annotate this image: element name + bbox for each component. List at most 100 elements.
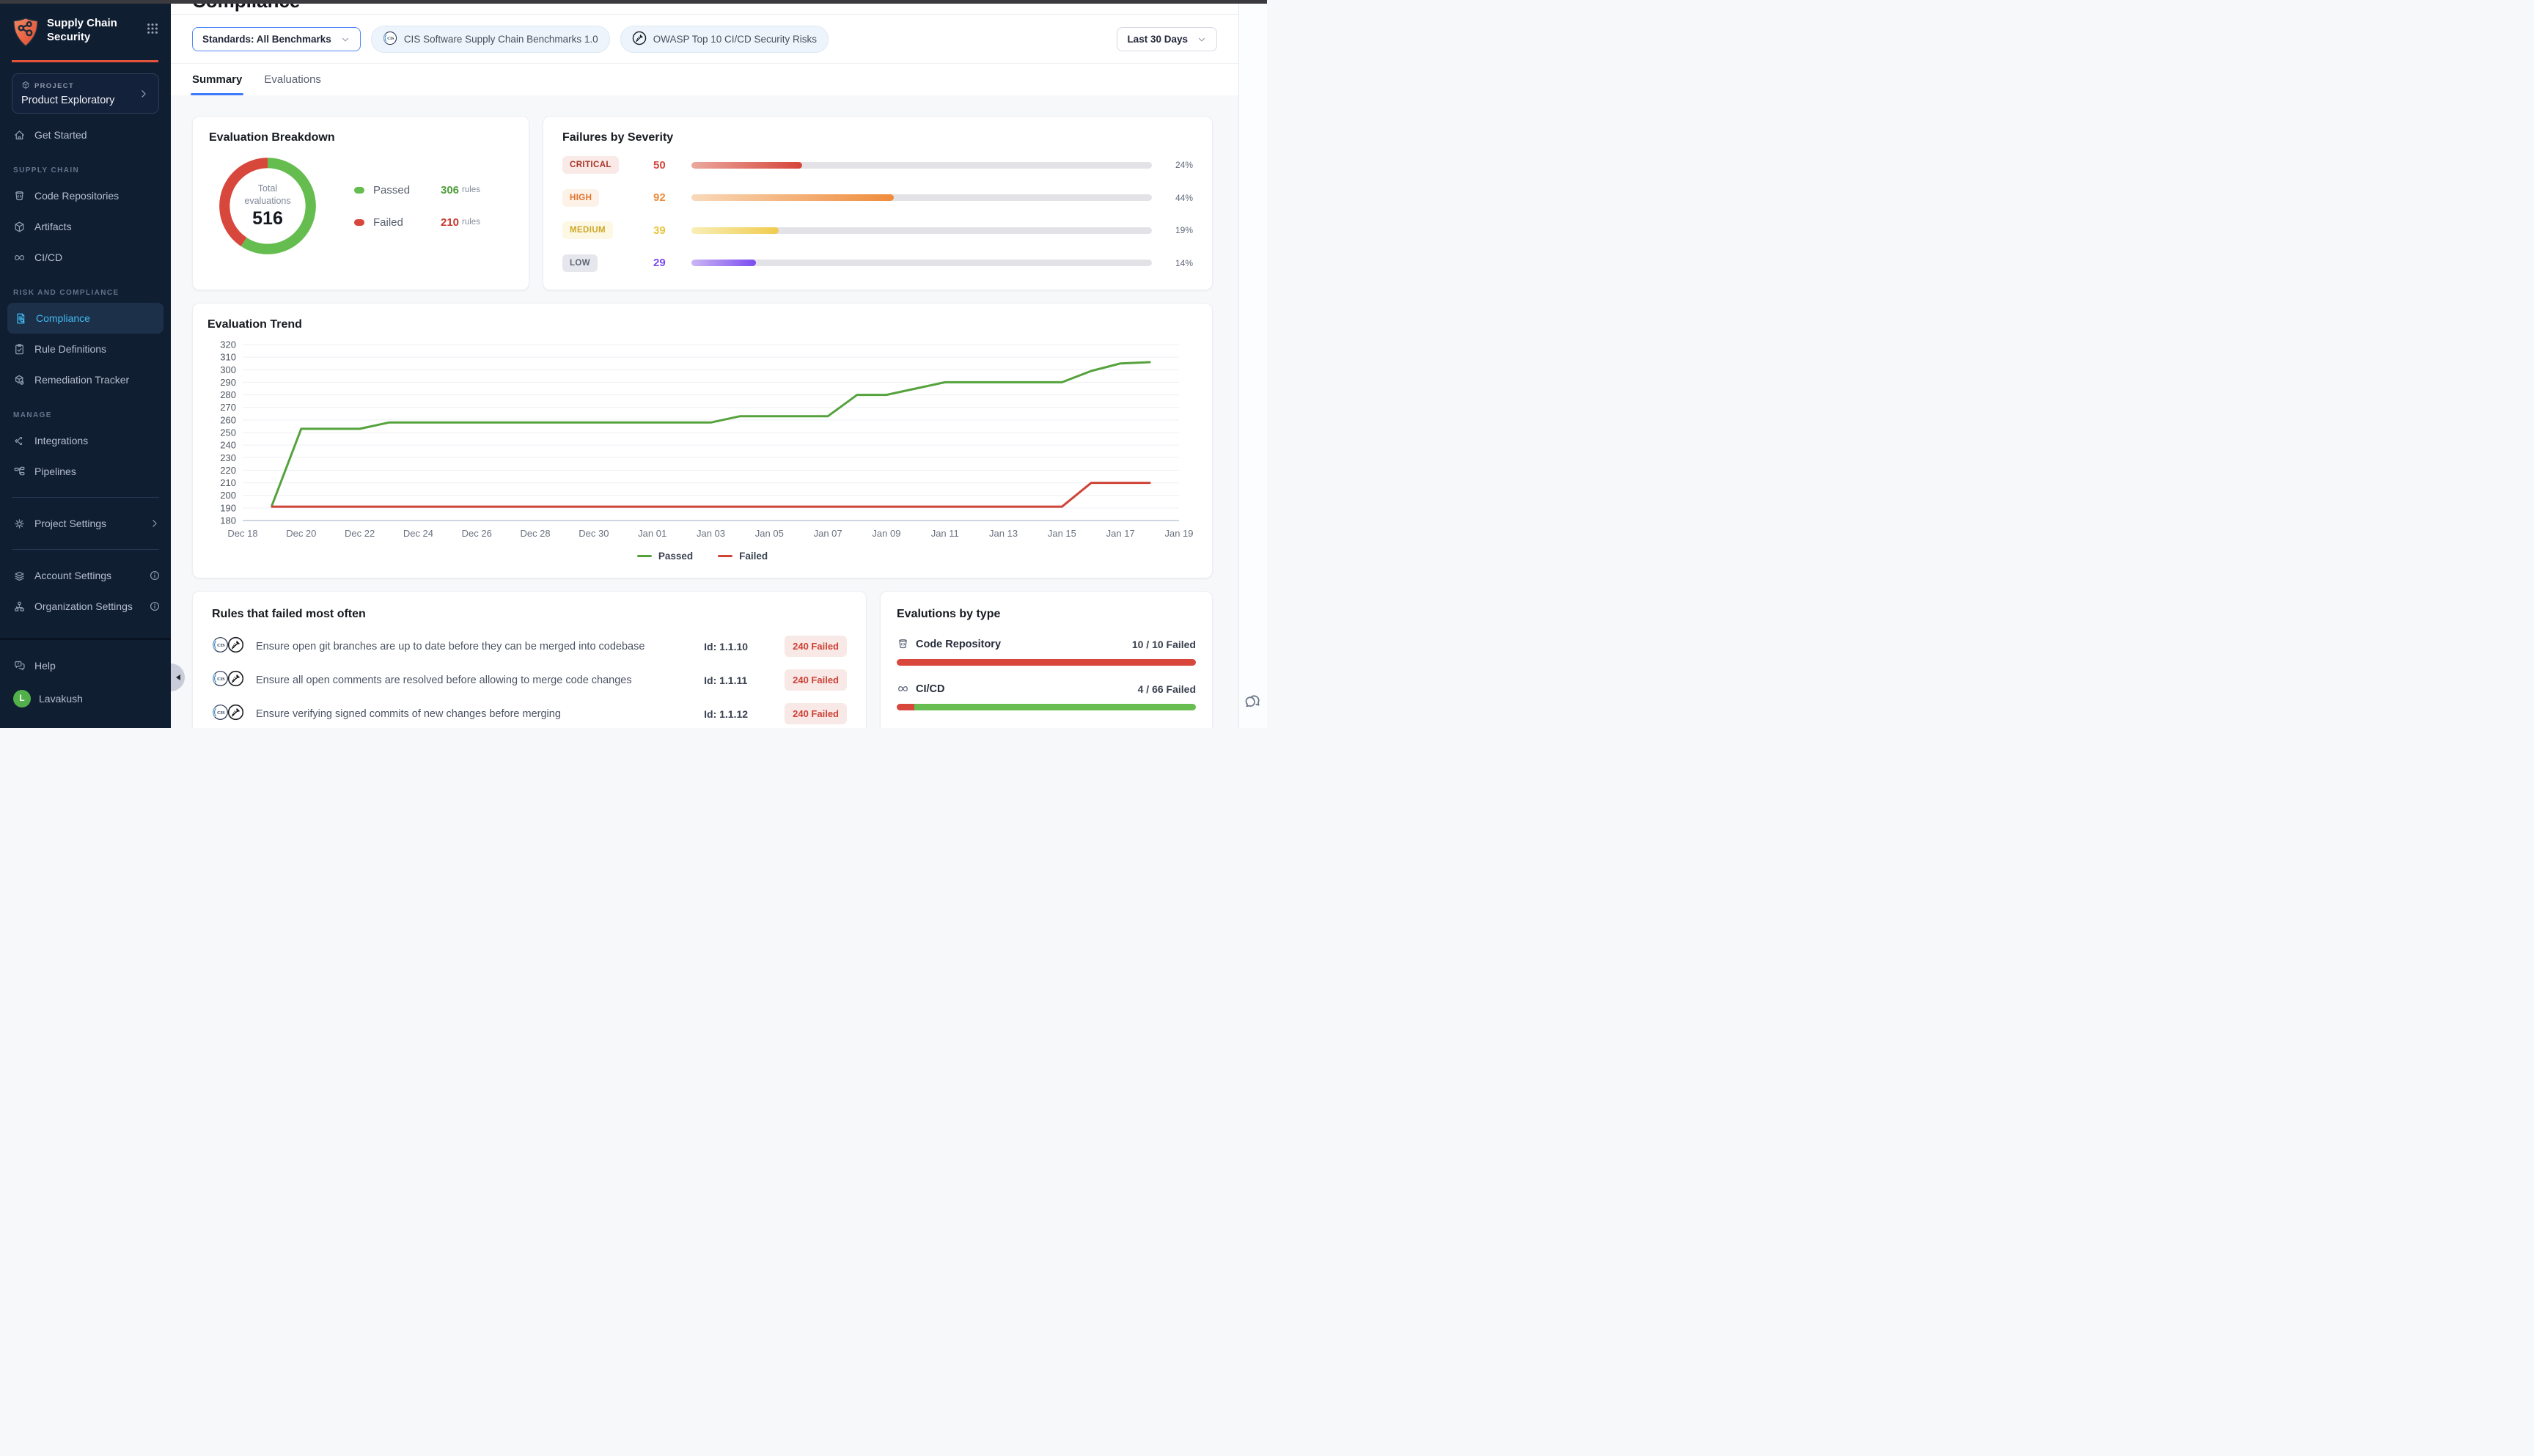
- sidebar-item-ci-cd[interactable]: CI/CD: [0, 242, 171, 273]
- cis-logo-icon: CIS: [383, 31, 397, 48]
- filter-bar: Standards: All Benchmarks CISCIS Softwar…: [171, 15, 1238, 63]
- code-repo-icon: [13, 190, 26, 202]
- svg-text:250: 250: [220, 427, 236, 438]
- svg-text:190: 190: [220, 502, 236, 513]
- severity-badge-wrap: CRITICAL: [562, 156, 636, 174]
- benchmark-chip-owasp[interactable]: OWASP Top 10 CI/CD Security Risks: [620, 26, 829, 53]
- sidebar: Supply Chain Security PROJECT Product Ex…: [0, 0, 171, 728]
- legend-dash: [637, 555, 652, 558]
- app-title: Supply Chain Security: [47, 17, 146, 45]
- svg-text:CIS: CIS: [387, 37, 394, 41]
- severity-bar-fill: [691, 227, 779, 234]
- standards-dropdown[interactable]: Standards: All Benchmarks: [192, 27, 361, 51]
- severity-bar-track: [691, 194, 1152, 201]
- sidebar-divider: [12, 497, 159, 498]
- card-title: Evaluation Breakdown: [209, 131, 513, 144]
- legend-label: Passed: [373, 184, 441, 196]
- evaluations-donut-chart: Total evaluations 516: [212, 150, 323, 262]
- svg-text:Jan 09: Jan 09: [872, 528, 900, 539]
- type-row-ci-cd: CI/CD4 / 66 Failed: [897, 683, 1196, 710]
- type-row-head: CI/CD4 / 66 Failed: [897, 683, 1196, 695]
- rule-benchmark-icons: CIS: [212, 636, 244, 657]
- severity-bar-fill: [691, 194, 894, 201]
- app-grid-icon[interactable]: [146, 22, 159, 35]
- sidebar-settings-a: Project Settings: [0, 508, 171, 539]
- org-tree-icon: [13, 600, 26, 613]
- svg-text:240: 240: [220, 440, 236, 451]
- benchmark-chips: CISCIS Software Supply Chain Benchmarks …: [371, 26, 829, 53]
- scrollbar-gutter[interactable]: [1238, 0, 1267, 728]
- rule-id: Id: 1.1.12: [704, 708, 780, 720]
- rules-rows: CISEnsure open git branches are up to da…: [212, 636, 847, 724]
- legend-count: 306: [441, 184, 459, 196]
- sidebar-item-compliance[interactable]: Compliance: [7, 303, 164, 334]
- owasp-logo-icon: [227, 670, 244, 691]
- rules-failed-card: Rules that failed most often CISEnsure o…: [192, 591, 867, 728]
- sidebar-item-remediation-tracker[interactable]: Remediation Tracker: [0, 364, 171, 395]
- sidebar-bottom: ? Help L Lavakush: [0, 638, 171, 728]
- type-row-head: Code Repository10 / 10 Failed: [897, 638, 1196, 650]
- svg-text:Dec 18: Dec 18: [227, 528, 257, 539]
- sidebar-accent-rule: [12, 60, 158, 62]
- svg-text:200: 200: [220, 490, 236, 501]
- evaluation-trend-chart: 1801902002102202302402502602702802903003…: [208, 339, 1197, 548]
- sidebar-item-label: Compliance: [36, 312, 158, 324]
- project-selector[interactable]: PROJECT Product Exploratory: [12, 73, 159, 114]
- donut-center-label: Total evaluations: [237, 183, 298, 207]
- sidebar-item-account-settings[interactable]: Account Settings: [0, 560, 171, 591]
- rule-failed-badge: 240 Failed: [785, 636, 847, 657]
- benchmark-chip-cis[interactable]: CISCIS Software Supply Chain Benchmarks …: [371, 26, 610, 53]
- rule-row[interactable]: CISEnsure all open comments are resolved…: [212, 669, 847, 691]
- sidebar-settings-b: Account Settings Organization Settings: [0, 560, 171, 622]
- user-menu[interactable]: L Lavakush: [0, 681, 171, 716]
- main-content: Compliance Standards: All Benchmarks CIS…: [171, 0, 1238, 728]
- sidebar-item-label: Account Settings: [34, 570, 149, 581]
- user-name: Lavakush: [39, 693, 161, 705]
- cicd-infinity-icon: [13, 251, 26, 264]
- chevron-down-icon: [1197, 34, 1207, 45]
- window-top-strip: [0, 0, 1267, 4]
- sidebar-item-label: Get Started: [34, 129, 161, 141]
- sidebar-item-integrations[interactable]: Integrations: [0, 425, 171, 456]
- svg-text:Jan 05: Jan 05: [755, 528, 784, 539]
- legend-dot: [354, 187, 364, 194]
- rule-row[interactable]: CISEnsure open git branches are up to da…: [212, 636, 847, 657]
- sidebar-item-project-settings[interactable]: Project Settings: [0, 508, 171, 539]
- date-range-dropdown[interactable]: Last 30 Days: [1117, 27, 1217, 51]
- type-bar-failed: [897, 704, 914, 710]
- legend-label: Failed: [373, 216, 441, 229]
- severity-badge-wrap: HIGH: [562, 189, 636, 207]
- rule-text: Ensure all open comments are resolved be…: [256, 674, 704, 686]
- svg-text:310: 310: [220, 352, 236, 363]
- sidebar-item-label: Pipelines: [34, 466, 161, 477]
- breakdown-body: Total evaluations 516 Passed306rules Fail…: [209, 150, 513, 262]
- sidebar-item-get-started[interactable]: Get Started: [0, 120, 171, 150]
- legend-item-failed: Failed210rules: [354, 216, 513, 229]
- severity-percent: 24%: [1164, 160, 1193, 170]
- chat-bubbles-icon[interactable]: [1244, 692, 1263, 712]
- card-title: Evalutions by type: [897, 608, 1196, 621]
- severity-count: 92: [653, 191, 691, 204]
- bottom-cards-row: Rules that failed most often CISEnsure o…: [192, 591, 1213, 728]
- legend-unit: rules: [462, 185, 480, 194]
- failures-by-severity-card: Failures by Severity CRITICAL5024%HIGH92…: [543, 116, 1213, 290]
- sidebar-item-organization-settings[interactable]: Organization Settings: [0, 591, 171, 622]
- sidebar-item-pipelines[interactable]: Pipelines: [0, 456, 171, 487]
- nav-section-heading: SUPPLY CHAIN: [0, 150, 171, 180]
- info-icon: [149, 600, 161, 612]
- sidebar-item-code-repositories[interactable]: Code Repositories: [0, 180, 171, 211]
- sidebar-item-artifacts[interactable]: Artifacts: [0, 211, 171, 242]
- sidebar-item-rule-definitions[interactable]: Rule Definitions: [0, 334, 171, 364]
- tab-evaluations[interactable]: Evaluations: [264, 73, 321, 95]
- sidebar-item-help[interactable]: ? Help: [0, 650, 171, 681]
- severity-count: 29: [653, 257, 691, 269]
- svg-text:270: 270: [220, 402, 236, 413]
- card-title: Evaluation Trend: [208, 318, 1197, 331]
- tab-summary[interactable]: Summary: [192, 73, 242, 95]
- legend-item-passed: Passed306rules: [354, 184, 513, 196]
- rule-row[interactable]: CISEnsure verifying signed commits of ne…: [212, 703, 847, 724]
- page-header: Compliance Standards: All Benchmarks CIS…: [171, 0, 1238, 95]
- donut-total-value: 516: [252, 208, 283, 229]
- severity-badge: CRITICAL: [562, 156, 619, 174]
- collapse-arrow-icon: [176, 674, 180, 680]
